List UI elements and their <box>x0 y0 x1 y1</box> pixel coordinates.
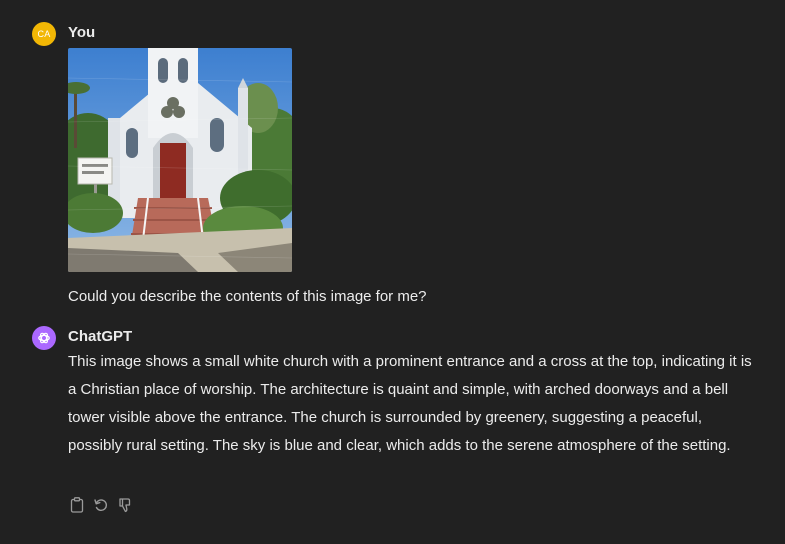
message-actions <box>68 496 134 514</box>
openai-logo-icon <box>38 332 50 344</box>
user-avatar: CA <box>32 22 56 46</box>
clipboard-icon <box>70 497 84 513</box>
assistant-avatar <box>32 326 56 350</box>
user-message: Could you describe the contents of this … <box>68 288 427 305</box>
regenerate-button[interactable] <box>92 496 110 514</box>
uploaded-church-image[interactable] <box>68 48 292 272</box>
church-photo <box>68 48 292 272</box>
copy-button[interactable] <box>68 496 86 514</box>
assistant-sender-name: ChatGPT <box>68 328 133 345</box>
assistant-message: This image shows a small white church wi… <box>68 353 752 454</box>
thumbs-down-icon <box>119 498 131 513</box>
user-initials: CA <box>37 29 51 39</box>
user-sender-name: You <box>68 24 96 41</box>
thumbs-down-button[interactable] <box>116 496 134 514</box>
regenerate-icon <box>94 499 108 512</box>
